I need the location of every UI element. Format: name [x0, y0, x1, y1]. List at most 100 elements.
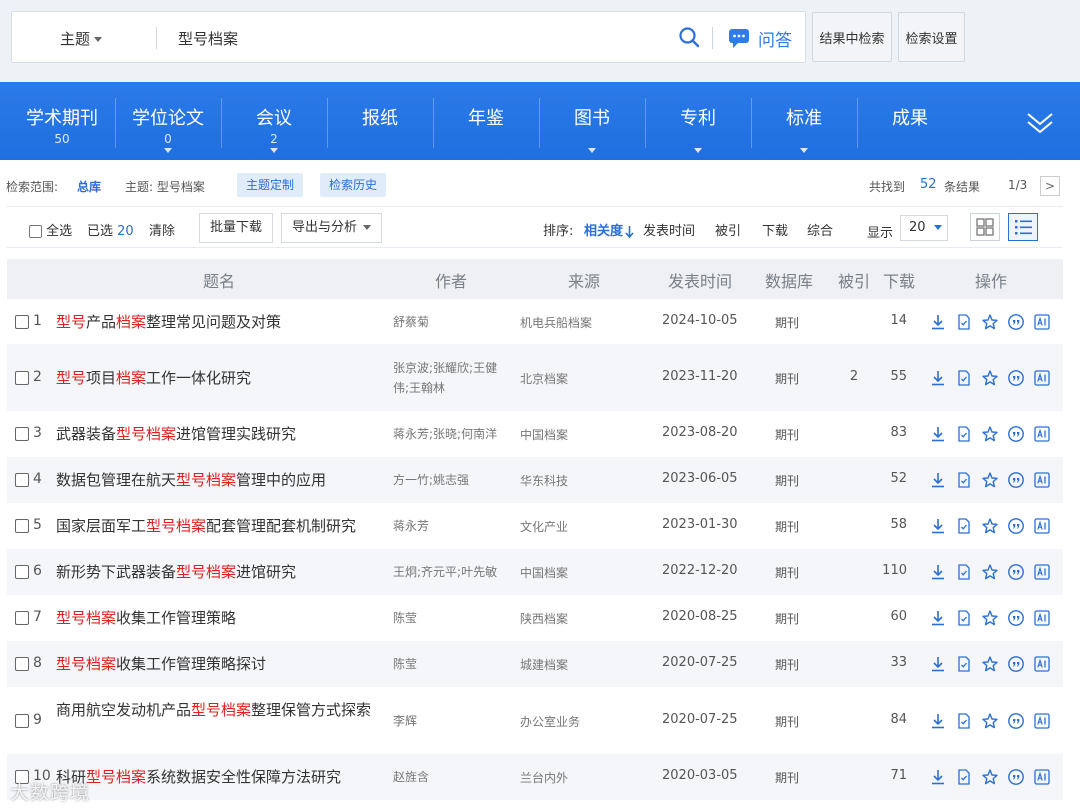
row-checkbox[interactable]: [15, 611, 29, 625]
result-author[interactable]: 舒蔡菊: [393, 312, 513, 332]
row-checkbox[interactable]: [15, 519, 29, 533]
favorite-star-icon[interactable]: [981, 313, 999, 331]
search-within-results-button[interactable]: 结果中检索: [812, 12, 892, 62]
page-size-select[interactable]: 20: [900, 215, 948, 241]
header-cited[interactable]: 被引: [838, 268, 870, 292]
result-author[interactable]: 赵旌含: [393, 767, 513, 787]
result-source[interactable]: 中国档案: [520, 426, 568, 443]
row-checkbox[interactable]: [15, 657, 29, 671]
tab-conferences[interactable]: 会议 2: [221, 82, 327, 160]
quote-icon[interactable]: [1007, 517, 1025, 535]
result-title-link[interactable]: 武器装备型号档案进馆管理实践研究: [56, 423, 386, 445]
download-icon[interactable]: [929, 655, 947, 673]
quote-icon[interactable]: [1007, 563, 1025, 581]
result-title-link[interactable]: 国家层面军工型号档案配套管理配套机制研究: [56, 515, 386, 537]
export-analysis-dropdown[interactable]: 导出与分析: [281, 213, 383, 243]
html-read-icon[interactable]: [955, 712, 973, 730]
sort-composite[interactable]: 综合: [807, 220, 833, 239]
result-author[interactable]: 王炯;齐元平;叶先敏: [393, 562, 513, 582]
row-checkbox[interactable]: [15, 473, 29, 487]
html-read-icon[interactable]: [955, 563, 973, 581]
result-source[interactable]: 中国档案: [520, 564, 568, 581]
favorite-star-icon[interactable]: [981, 563, 999, 581]
download-icon[interactable]: [929, 609, 947, 627]
result-author[interactable]: 蒋永芳: [393, 516, 513, 536]
result-title-link[interactable]: 数据包管理在航天型号档案管理中的应用: [56, 469, 386, 491]
result-author[interactable]: 方一竹;姚志强: [393, 470, 513, 490]
html-read-icon[interactable]: [955, 655, 973, 673]
scope-value[interactable]: 总库: [77, 178, 101, 195]
quote-icon[interactable]: [1007, 369, 1025, 387]
quote-icon[interactable]: [1007, 471, 1025, 489]
row-checkbox[interactable]: [15, 314, 29, 329]
result-author[interactable]: 张京波;张耀欣;王健伟;王翰林: [393, 358, 513, 398]
header-downloads[interactable]: 下载: [883, 268, 915, 292]
result-title-link[interactable]: 商用航空发动机产品型号档案整理保管方式探索: [56, 699, 386, 721]
ai-icon[interactable]: [1033, 471, 1051, 489]
row-checkbox[interactable]: [15, 370, 29, 385]
result-title-link[interactable]: 科研型号档案系统数据安全性保障方法研究: [56, 766, 386, 788]
favorite-star-icon[interactable]: [981, 369, 999, 387]
search-history-button[interactable]: 检索历史: [320, 173, 387, 197]
result-source[interactable]: 文化产业: [520, 518, 568, 535]
tab-achievements[interactable]: 成果: [857, 82, 963, 160]
result-author[interactable]: 蒋永芳;张晓;何南洋: [393, 424, 513, 444]
favorite-star-icon[interactable]: [981, 712, 999, 730]
html-read-icon[interactable]: [955, 609, 973, 627]
sort-cited[interactable]: 被引: [715, 220, 741, 239]
ai-icon[interactable]: [1033, 712, 1051, 730]
html-read-icon[interactable]: [955, 425, 973, 443]
ai-icon[interactable]: [1033, 369, 1051, 387]
html-read-icon[interactable]: [955, 471, 973, 489]
ai-icon[interactable]: [1033, 768, 1051, 786]
tab-yearbooks[interactable]: 年鉴: [433, 82, 539, 160]
batch-download-button[interactable]: 批量下载: [199, 213, 274, 243]
download-icon[interactable]: [929, 313, 947, 331]
header-date[interactable]: 发表时间: [668, 268, 732, 292]
result-title-link[interactable]: 新形势下武器装备型号档案进馆研究: [56, 561, 386, 583]
html-read-icon[interactable]: [955, 517, 973, 535]
download-icon[interactable]: [929, 768, 947, 786]
tab-books[interactable]: 图书: [539, 82, 645, 160]
download-icon[interactable]: [929, 369, 947, 387]
tab-standards[interactable]: 标准: [751, 82, 857, 160]
result-source[interactable]: 陕西档案: [520, 610, 568, 627]
result-title-link[interactable]: 型号项目档案工作一体化研究: [56, 367, 386, 389]
search-input[interactable]: 型号档案: [178, 28, 238, 49]
download-icon[interactable]: [929, 563, 947, 581]
result-title-link[interactable]: 型号产品档案整理常见问题及对策: [56, 311, 386, 333]
result-source[interactable]: 机电兵船档案: [520, 314, 592, 331]
ai-icon[interactable]: [1033, 655, 1051, 673]
header-title[interactable]: 题名: [203, 268, 235, 292]
result-source[interactable]: 办公室业务: [520, 713, 580, 730]
quote-icon[interactable]: [1007, 768, 1025, 786]
download-icon[interactable]: [929, 712, 947, 730]
select-all-checkbox[interactable]: 全选: [29, 220, 72, 239]
result-source[interactable]: 兰台内外: [520, 769, 568, 786]
clear-selection-button[interactable]: 清除: [149, 220, 175, 239]
tab-patents[interactable]: 专利: [645, 82, 751, 160]
result-source[interactable]: 华东科技: [520, 472, 568, 489]
favorite-star-icon[interactable]: [981, 425, 999, 443]
list-view-button[interactable]: [1008, 213, 1038, 241]
html-read-icon[interactable]: [955, 369, 973, 387]
favorite-star-icon[interactable]: [981, 768, 999, 786]
search-settings-button[interactable]: 检索设置: [898, 12, 965, 62]
quote-icon[interactable]: [1007, 609, 1025, 627]
expand-chevron-icon[interactable]: [1024, 106, 1056, 138]
result-author[interactable]: 李辉: [393, 711, 513, 731]
download-icon[interactable]: [929, 517, 947, 535]
quote-icon[interactable]: [1007, 712, 1025, 730]
favorite-star-icon[interactable]: [981, 471, 999, 489]
sort-date[interactable]: 发表时间: [643, 220, 695, 239]
topic-customize-button[interactable]: 主题定制: [237, 173, 304, 197]
result-cited-count[interactable]: 2: [847, 369, 861, 384]
next-page-button[interactable]: >: [1040, 176, 1060, 196]
qa-button[interactable]: 问答: [758, 26, 792, 51]
sort-relevance[interactable]: 相关度: [584, 220, 634, 239]
favorite-star-icon[interactable]: [981, 609, 999, 627]
ai-icon[interactable]: [1033, 425, 1051, 443]
grid-view-button[interactable]: [970, 213, 1000, 241]
tab-journals[interactable]: 学术期刊 50: [9, 82, 115, 160]
ai-icon[interactable]: [1033, 609, 1051, 627]
